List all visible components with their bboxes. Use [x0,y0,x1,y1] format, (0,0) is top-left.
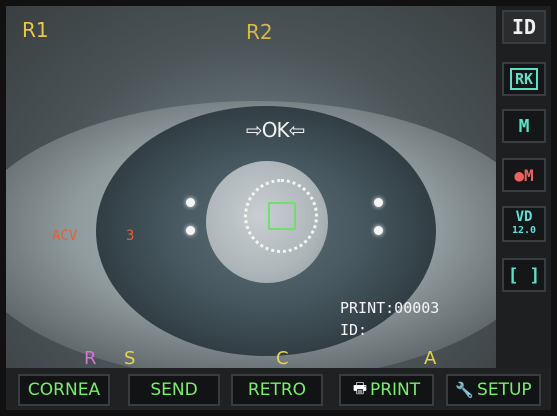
mode-indicator-r: R [84,348,97,368]
label-r2: R2 [246,20,273,44]
reflection-dot [186,198,195,207]
reflection-dot [186,226,195,235]
setup-label: SETUP [477,380,532,400]
eye-camera-view: ⇨OK⇦ R1 R2 ACV 3 PRINT:00003 ID: R S C A [6,6,496,368]
reflection-dot [374,198,383,207]
frame-toggle-button[interactable]: [ ] [502,258,546,292]
print-button[interactable]: 🖶 PRINT [339,374,434,406]
mode-indicator-c: C [276,348,289,368]
acv-value: 3 [126,228,135,244]
device-screen: ⇨OK⇦ R1 R2 ACV 3 PRINT:00003 ID: R S C A… [6,6,551,410]
id-button[interactable]: ID [502,10,546,44]
alignment-ok-indicator: ⇨OK⇦ [246,118,305,142]
mode-indicator-a: A [424,348,437,368]
bottom-toolbar: CORNEA SEND RETRO 🖶 PRINT 🔧 SETUP [6,368,551,410]
rk-mode-button[interactable]: RK [502,62,546,96]
m-mode-button[interactable]: M [502,109,546,143]
cornea-label: CORNEA [27,380,101,400]
label-r1: R1 [22,18,49,42]
vertex-distance-button[interactable]: VD 12.0 [502,206,546,242]
reflection-dot [374,226,383,235]
patient-id: ID: [340,321,368,339]
color-m-label: M [524,165,534,185]
color-dot-icon: ● [514,165,524,185]
cornea-button[interactable]: CORNEA [18,374,110,406]
rk-mode-label: RK [509,68,539,90]
vd-label: VD [515,209,533,225]
print-label: PRINT [369,380,421,400]
color-m-button[interactable]: ● M [502,158,546,192]
m-mode-label: M [518,115,530,137]
frame-icon: [ ] [507,264,541,286]
side-panel: ID RK M ● M VD 12.0 [ ] [496,6,551,368]
printer-icon: 🖶 [352,378,367,397]
print-info: PRINT:00003 ID: [340,297,439,341]
send-button[interactable]: SEND [128,374,220,406]
print-counter: PRINT:00003 [340,299,440,317]
mode-indicator-s: S [124,348,136,368]
retro-label: RETRO [247,380,307,400]
setup-button[interactable]: 🔧 SETUP [446,374,541,406]
wrench-icon: 🔧 [455,381,475,399]
vd-value: 12.0 [511,225,537,236]
acv-label: ACV [52,228,78,244]
retro-button[interactable]: RETRO [231,374,323,406]
send-label: SEND [150,380,198,400]
id-button-label: ID [511,15,537,39]
alignment-target [268,202,296,230]
